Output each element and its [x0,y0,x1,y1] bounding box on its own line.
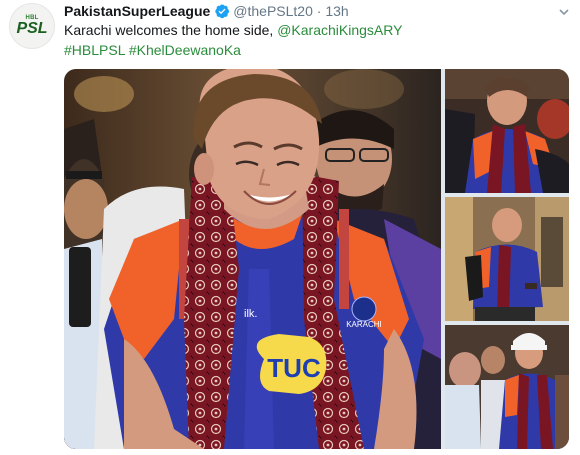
top-right-photo[interactable] [445,69,569,193]
avatar-psl-text: PSL [16,20,48,37]
tweet-text: Karachi welcomes the home side, @Karachi… [64,20,564,60]
tweet-text-plain: Karachi welcomes the home side, [64,22,278,38]
timestamp[interactable]: 13h [325,3,348,19]
main-photo[interactable]: TUC ilk. KARACHI [64,69,441,449]
display-name[interactable]: PakistanSuperLeague [64,3,210,19]
jersey-crest-text: KARACHI [346,320,382,329]
chevron-down-icon[interactable] [558,6,570,18]
account-handle[interactable]: @thePSLt20 [233,3,313,19]
mention-link[interactable]: @KarachiKingsARY [277,22,402,38]
middle-right-photo-image [445,197,569,321]
media-grid: TUC ilk. KARACHI [64,69,569,449]
sponsor-logo-text: TUC [267,353,321,383]
separator-dot: · [316,3,322,19]
jersey-brand-text: ilk. [244,308,257,320]
account-avatar[interactable]: HBL PSL [9,3,55,49]
top-right-photo-image [445,69,569,193]
verified-badge-icon [215,4,230,19]
middle-right-photo[interactable] [445,197,569,321]
bottom-right-photo-image [445,325,569,449]
main-photo-image: TUC ilk. KARACHI [64,69,441,449]
bottom-right-photo[interactable] [445,325,569,449]
hashtag-hblpsl[interactable]: #HBLPSL [64,42,125,58]
tweet-header: PakistanSuperLeague @thePSLt20 · 13h [64,2,349,20]
hashtag-kheldeewanoka[interactable]: #KhelDeewanoKa [129,42,241,58]
